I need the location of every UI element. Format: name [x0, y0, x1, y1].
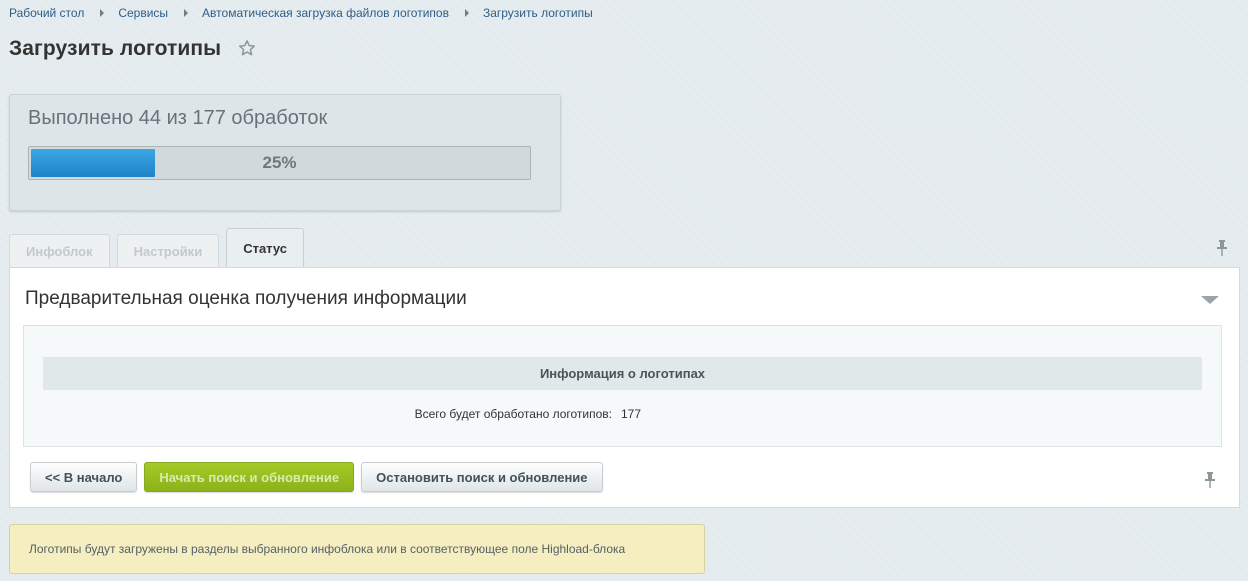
- breadcrumb-separator-icon: [464, 9, 469, 17]
- status-panel: Предварительная оценка получения информа…: [9, 267, 1240, 508]
- tab-bar: Инфоблок Настройки Статус: [9, 228, 311, 267]
- title-row: Загрузить логотипы: [9, 35, 256, 62]
- button-row: << В начало Начать поиск и обновление Ос…: [30, 462, 610, 492]
- breadcrumb-item-desktop[interactable]: Рабочий стол: [9, 6, 84, 20]
- breadcrumb-separator-icon: [184, 9, 189, 17]
- progress-panel: Выполнено 44 из 177 обработок 25%: [9, 94, 561, 211]
- start-search-button[interactable]: Начать поиск и обновление: [144, 462, 355, 492]
- breadcrumb-item-upload-logos[interactable]: Загрузить логотипы: [483, 6, 593, 20]
- info-value: 177: [621, 407, 642, 421]
- pin-icon[interactable]: [1216, 240, 1228, 261]
- info-header: Информация о логотипах: [43, 357, 1202, 390]
- page-title: Загрузить логотипы: [9, 36, 222, 60]
- back-to-start-button[interactable]: << В начало: [30, 462, 138, 492]
- info-label: Всего будет обработано логотипов:: [414, 407, 612, 421]
- info-block: Информация о логотипах Всего будет обраб…: [23, 325, 1222, 447]
- progress-status-text: Выполнено 44 из 177 обработок: [28, 107, 328, 129]
- section-title: Предварительная оценка получения информа…: [25, 288, 467, 309]
- notice-message: Логотипы будут загружены в разделы выбра…: [9, 524, 705, 574]
- tab-status[interactable]: Статус: [226, 228, 304, 267]
- info-row: Всего будет обработано логотипов: 177: [24, 407, 1221, 421]
- breadcrumb-item-services[interactable]: Сервисы: [118, 6, 168, 20]
- collapse-arrow-icon[interactable]: [1201, 296, 1219, 304]
- tab-settings[interactable]: Настройки: [116, 234, 220, 267]
- stop-search-button[interactable]: Остановить поиск и обновление: [361, 462, 603, 492]
- progress-percent: 25%: [262, 153, 297, 172]
- tab-infoblock[interactable]: Инфоблок: [9, 234, 110, 267]
- star-icon[interactable]: [238, 39, 256, 62]
- breadcrumb-separator-icon: [100, 9, 105, 17]
- breadcrumb: Рабочий стол Сервисы Автоматическая загр…: [9, 6, 593, 20]
- pin-icon[interactable]: [1204, 472, 1216, 493]
- progress-bar: 25%: [28, 146, 531, 180]
- breadcrumb-item-logo-autoload[interactable]: Автоматическая загрузка файлов логотипов: [202, 6, 449, 20]
